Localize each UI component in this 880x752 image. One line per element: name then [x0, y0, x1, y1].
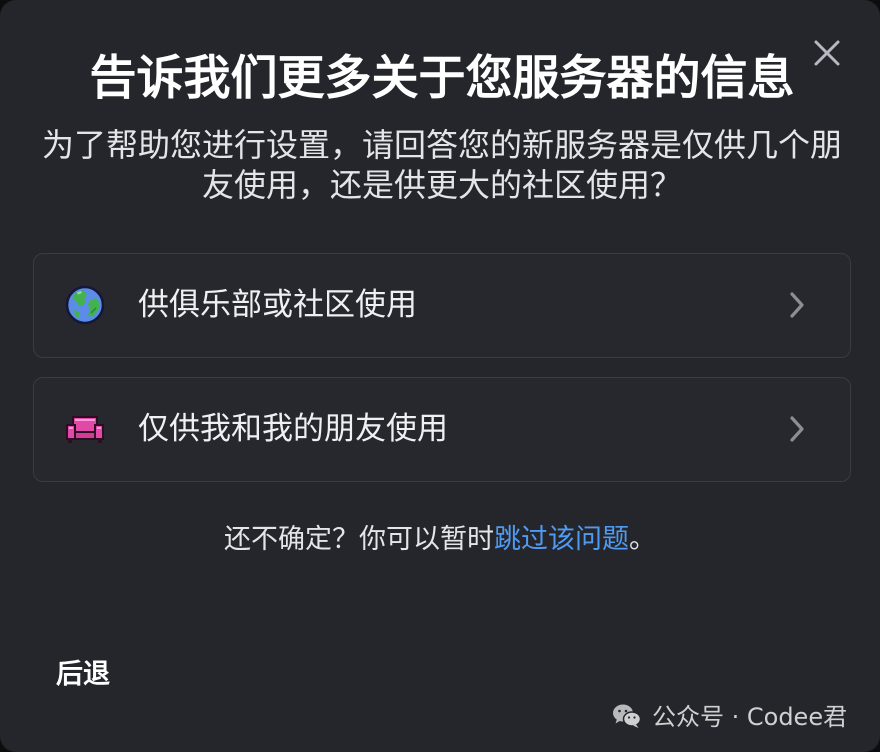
skip-question-link[interactable]: 跳过该问题: [494, 524, 629, 555]
option-label: 仅供我和我的朋友使用: [138, 411, 448, 447]
skip-prompt-period: 。: [629, 524, 656, 555]
chevron-right-icon: [790, 292, 804, 318]
couch-icon: [66, 416, 104, 443]
skip-prompt: 还不确定？你可以暂时跳过该问题。: [0, 520, 880, 560]
globe-icon: [65, 285, 105, 325]
option-me-and-friends[interactable]: 仅供我和我的朋友使用: [33, 377, 851, 482]
option-club-community[interactable]: 供俱乐部或社区使用: [33, 253, 851, 358]
back-button[interactable]: 后退: [56, 655, 110, 695]
wechat-icon: [613, 704, 642, 728]
modal-title: 告诉我们更多关于您服务器的信息: [89, 51, 795, 106]
skip-prompt-text: 还不确定？你可以暂时: [224, 524, 494, 555]
option-label: 供俱乐部或社区使用: [138, 287, 417, 323]
chevron-right-icon: [790, 416, 804, 442]
watermark-text: 公众号 · Codee君: [652, 703, 848, 731]
modal-subtitle: 为了帮助您进行设置，请回答您的新服务器是仅供几个朋友使用，还是供更大的社区使用？: [41, 126, 842, 204]
server-info-modal: 告诉我们更多关于您服务器的信息 为了帮助您进行设置，请回答您的新服务器是仅供几个…: [0, 0, 880, 752]
